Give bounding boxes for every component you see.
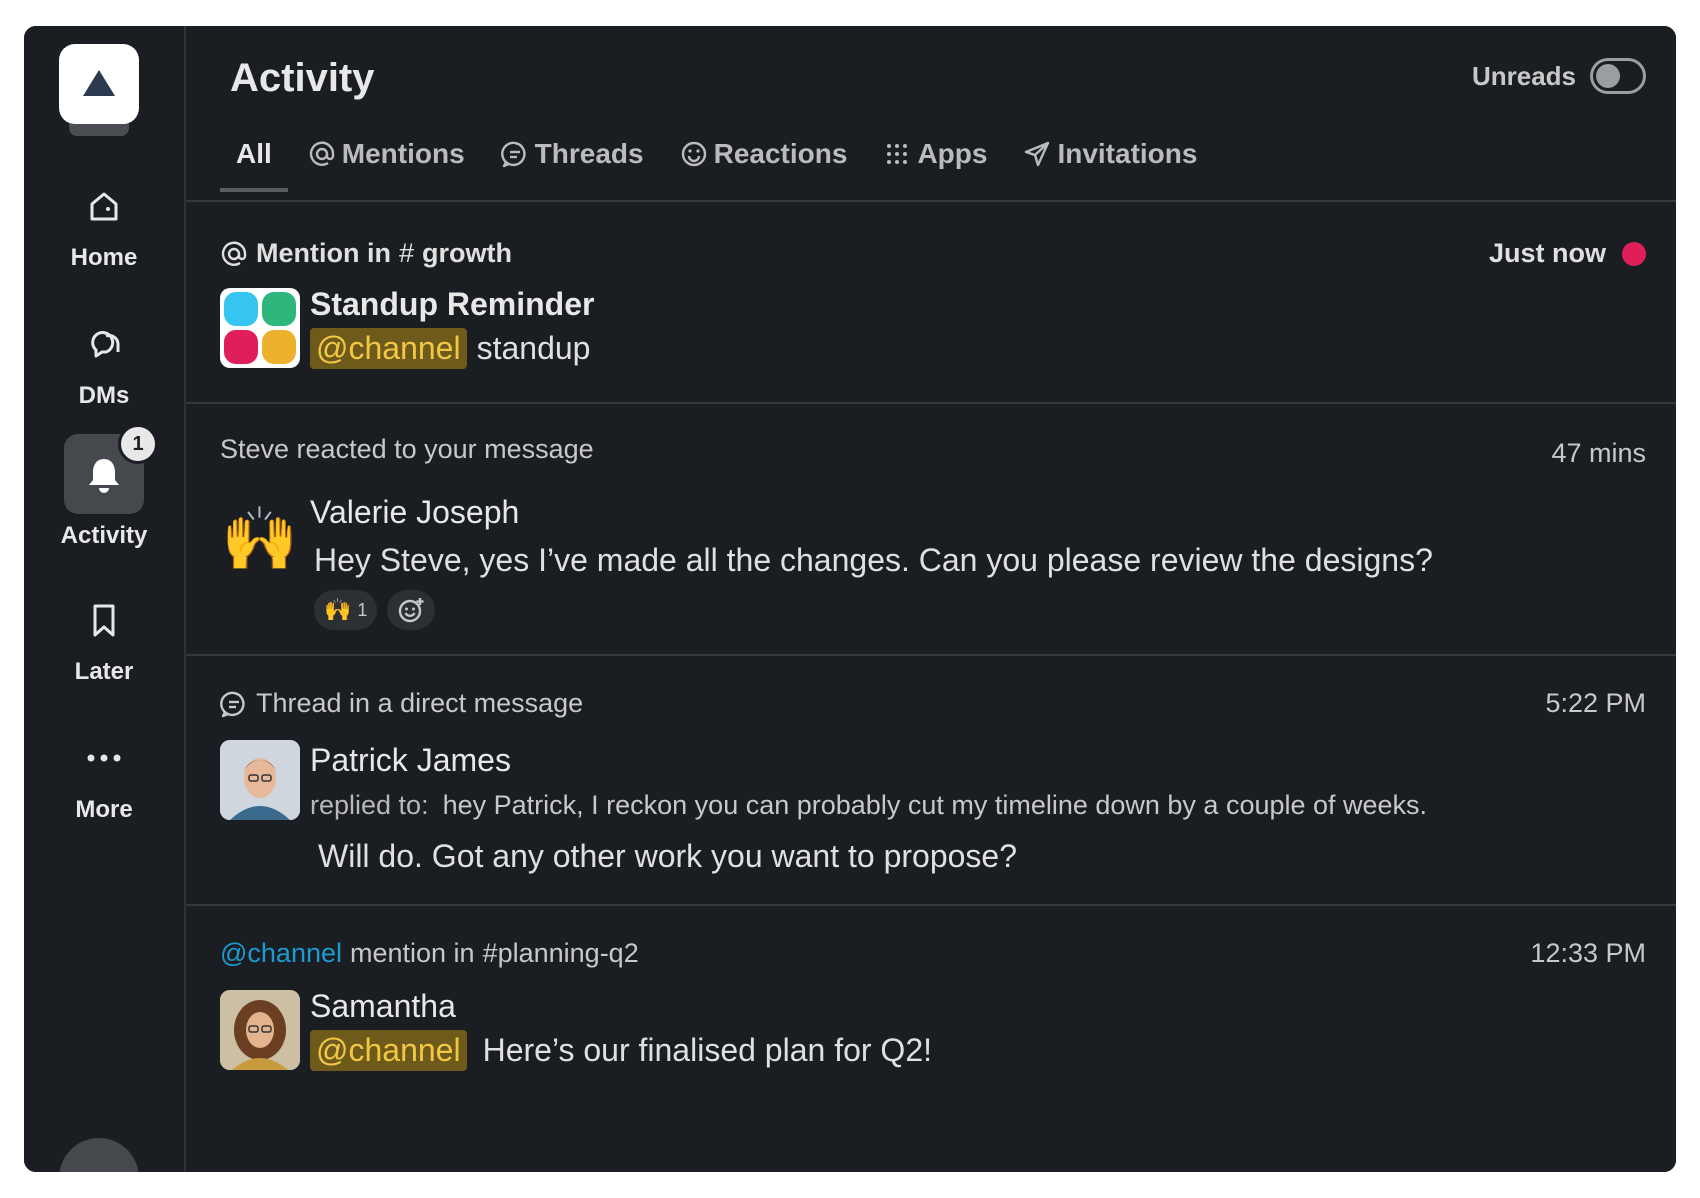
unreads-toggle[interactable] — [1590, 58, 1646, 94]
message-text: Will do. Got any other work you want to … — [318, 838, 1017, 875]
tab-apps[interactable]: Apps — [867, 126, 1003, 192]
app-window: Home DMs 1 Activity Later More Activity … — [24, 26, 1676, 1172]
bookmark-icon — [64, 580, 144, 660]
activity-time: Just now — [1489, 238, 1646, 269]
tab-label: Reactions — [713, 138, 848, 169]
tab-reactions[interactable]: Reactions — [664, 126, 864, 192]
add-reaction-icon — [399, 598, 424, 623]
reaction-pill[interactable]: 🙌 1 — [314, 590, 378, 630]
notification-badge: 1 — [118, 424, 158, 464]
avatar — [220, 990, 300, 1070]
slack-app-avatar — [220, 288, 300, 368]
sidebar-item-label: More — [75, 796, 133, 823]
workspace-logo-icon — [83, 70, 115, 96]
context-label: Thread in a direct message — [256, 688, 584, 718]
tab-mentions[interactable]: Mentions — [292, 126, 481, 192]
unread-dot — [1622, 241, 1646, 266]
reply-context: replied to: hey Patrick, I reckon you ca… — [310, 790, 1427, 821]
message-body: Here’s our finalised plan for Q2! — [482, 1032, 932, 1068]
replied-label: replied to: — [310, 790, 429, 820]
sender-name: Patrick James — [310, 742, 511, 778]
tab-label: All — [236, 138, 272, 169]
activity-context: Steve reacted to your message — [220, 434, 594, 465]
sidebar-item-home[interactable]: Home — [24, 166, 184, 272]
smile-icon — [681, 141, 706, 167]
bell-icon: 1 — [64, 424, 158, 514]
sidebar-item-label: Home — [70, 244, 138, 271]
reaction-bar: 🙌 1 — [314, 590, 436, 630]
add-reaction-button[interactable] — [387, 590, 436, 630]
timestamp: 12:33 PM — [1530, 938, 1646, 968]
page-title: Activity — [230, 56, 375, 100]
sender-name: Valerie Joseph — [310, 494, 520, 530]
timestamp: Just now — [1488, 238, 1606, 268]
activity-time: 5:22 PM — [1545, 688, 1646, 719]
activity-context: @channel mention in #planning-q2 — [220, 938, 639, 969]
channel-mention-label: @channel — [220, 938, 342, 968]
thread-icon — [500, 141, 526, 168]
activity-panel: Activity Unreads All Mentions Threads Re… — [184, 26, 1676, 1172]
paper-plane-icon — [1025, 141, 1050, 167]
sidebar-item-more[interactable]: More — [24, 718, 184, 824]
sidebar-item-label: Activity — [60, 522, 148, 549]
tab-bar: All Mentions Threads Reactions Apps Invi… — [220, 126, 1217, 192]
message-text: Hey Steve, yes I’ve made all the changes… — [314, 542, 1433, 579]
activity-time: 12:33 PM — [1530, 938, 1646, 969]
message-body: standup — [476, 330, 591, 366]
sidebar-item-activity[interactable]: 1 Activity — [24, 424, 184, 550]
sidebar-item-label: Later — [74, 658, 134, 685]
sidebar: Home DMs 1 Activity Later More — [24, 26, 184, 1172]
dms-icon — [64, 304, 144, 384]
activity-time: 47 mins — [1551, 438, 1646, 469]
channel-name: #planning-q2 — [482, 938, 639, 968]
sidebar-item-dms[interactable]: DMs — [24, 304, 184, 410]
replied-quote: hey Patrick, I reckon you can probably c… — [442, 790, 1428, 820]
sender-name: Standup Reminder — [310, 286, 595, 322]
activity-context: Thread in a direct message — [220, 688, 583, 719]
context-label: Mention in — [256, 238, 391, 268]
timestamp: 47 mins — [1551, 438, 1646, 468]
tab-threads[interactable]: Threads — [485, 126, 660, 192]
channel-name: growth — [422, 238, 512, 268]
context-label: Steve reacted to your message — [220, 434, 594, 464]
apps-icon — [887, 144, 908, 164]
home-icon — [64, 166, 144, 246]
sender-name: Samantha — [310, 988, 456, 1024]
activity-item[interactable]: Mention in # growth Just now Standup Rem… — [186, 202, 1676, 404]
message-body: Hey Steve, yes I’ve made all the changes… — [314, 542, 1433, 578]
tab-invitations[interactable]: Invitations — [1007, 126, 1213, 192]
message-text: @channel standup — [310, 328, 590, 369]
raised-hands-icon: 🙌 — [324, 597, 352, 622]
toggle-knob — [1596, 64, 1620, 88]
unreads-label: Unreads — [1471, 60, 1576, 91]
activity-item[interactable]: Thread in a direct message 5:22 PM Patri… — [186, 656, 1676, 906]
tab-label: Mentions — [341, 138, 465, 169]
activity-item[interactable]: @channel mention in #planning-q2 12:33 P… — [186, 906, 1676, 1172]
context-label: mention in — [350, 938, 475, 968]
unreads-filter: Unreads — [1472, 58, 1646, 94]
more-icon — [64, 718, 144, 798]
activity-item[interactable]: Steve reacted to your message 47 mins 🙌 … — [186, 404, 1676, 656]
channel-mention[interactable]: @channel — [310, 1030, 467, 1071]
workspace-switcher[interactable] — [59, 44, 139, 124]
activity-context: Mention in # growth — [220, 238, 512, 269]
tab-label: Threads — [534, 138, 644, 169]
sidebar-item-label: DMs — [78, 382, 130, 409]
sidebar-item-later[interactable]: Later — [24, 580, 184, 686]
at-icon — [221, 241, 247, 266]
channel-mention[interactable]: @channel — [310, 328, 467, 369]
raised-hands-emoji-icon: 🙌 — [221, 505, 299, 574]
hash-icon: # — [398, 238, 415, 268]
message-text: @channel Here’s our finalised plan for Q… — [310, 1030, 932, 1071]
tab-label: Apps — [917, 138, 988, 169]
tab-label: Invitations — [1057, 138, 1198, 169]
message-body: Will do. Got any other work you want to … — [318, 838, 1018, 874]
thread-icon — [220, 691, 245, 717]
timestamp: 5:22 PM — [1545, 688, 1646, 718]
add-button[interactable] — [59, 1138, 139, 1172]
at-icon — [309, 141, 334, 166]
reaction-count: 1 — [357, 599, 368, 620]
tab-all[interactable]: All — [220, 126, 288, 192]
avatar — [220, 740, 300, 820]
